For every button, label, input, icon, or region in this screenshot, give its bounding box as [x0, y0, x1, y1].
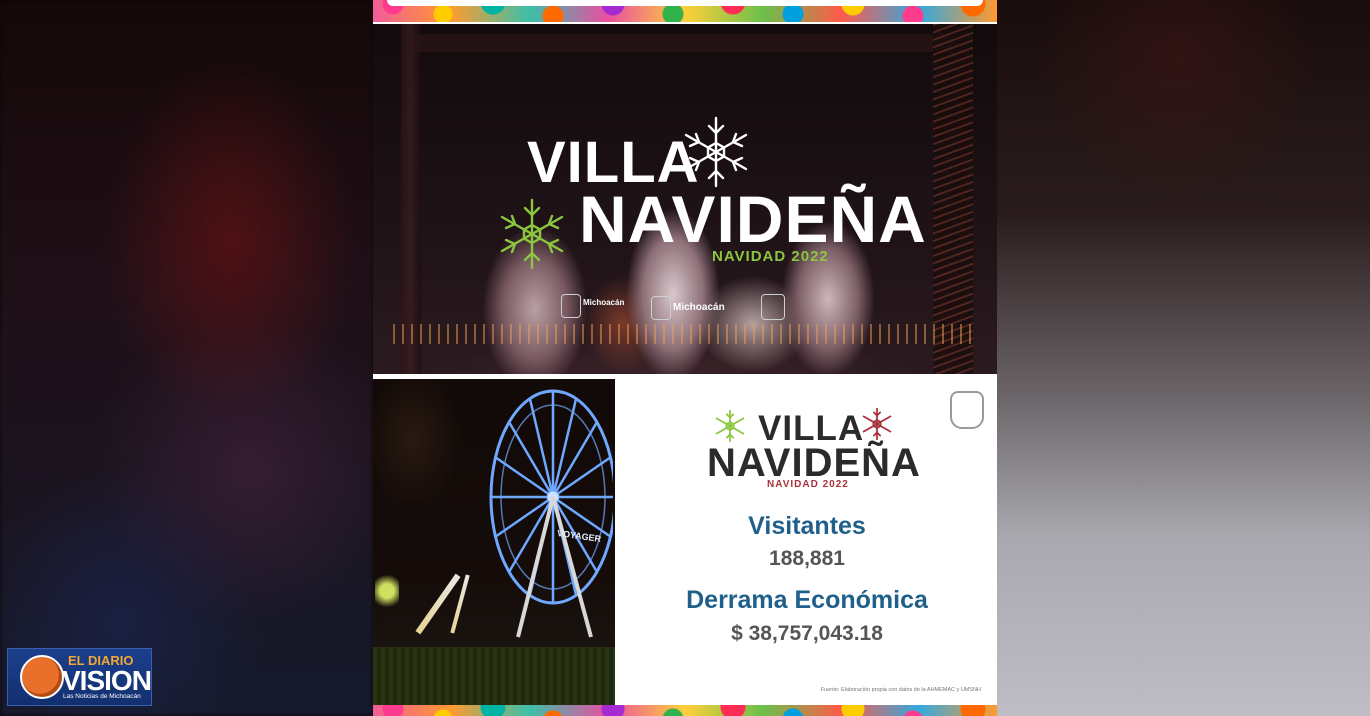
michoacan-logo-text: Michoacán — [583, 298, 625, 307]
michoacan-logo-text: Michoacán — [673, 302, 725, 313]
decorative-band-bottom — [373, 705, 997, 716]
hedge — [373, 647, 615, 705]
michoacan-seal-icon — [651, 296, 671, 320]
navidad-subtitle: NAVIDAD 2022 — [712, 248, 829, 265]
ferris-wheel-photo: VOYAGER — [373, 379, 615, 705]
el-diario-vision-logo: EL DIARIO VISION Las Noticias de Michoac… — [7, 648, 152, 706]
ferris-wheel — [489, 389, 613, 638]
poster: VILLA NAVIDEÑA NAVIDAD 2022 Michoacán Mi… — [373, 0, 997, 716]
decorative-band-top — [373, 0, 997, 22]
blurred-background-left — [0, 0, 373, 716]
visitors-value: 188,881 — [769, 547, 845, 570]
frame-beam — [413, 34, 953, 52]
snowflake-icon — [862, 407, 892, 441]
lit-tree — [933, 24, 973, 374]
stats-panel: VILLA NAVIDEÑA NAVIDAD 2022 Visitantes 1… — [617, 379, 997, 705]
logo-tagline: Las Noticias de Michoacán — [63, 693, 141, 700]
navidena-title: NAVIDEÑA — [707, 441, 921, 485]
university-seal-icon — [950, 391, 984, 429]
michoacan-seal-icon — [761, 294, 785, 320]
nativity-hero-photo: VILLA NAVIDEÑA NAVIDAD 2022 Michoacán Mi… — [373, 24, 997, 374]
source-note: Fuente: Elaboración propia con datos de … — [820, 687, 981, 693]
economic-impact-value: $ 38,757,043.18 — [731, 622, 883, 645]
visitors-label: Visitantes — [748, 512, 866, 540]
michoacan-seal-icon — [561, 294, 581, 318]
frame-post — [401, 24, 421, 374]
snowflake-icon — [500, 198, 564, 270]
logo-circle-icon — [20, 655, 64, 699]
navidad-subtitle: NAVIDAD 2022 — [767, 479, 849, 490]
blurred-background-right — [997, 0, 1370, 716]
string-lights — [393, 324, 973, 344]
tree-lights — [375, 571, 399, 611]
navidena-title: NAVIDEÑA — [579, 182, 927, 256]
snowflake-icon — [715, 409, 745, 443]
economic-impact-label: Derrama Económica — [686, 586, 928, 614]
